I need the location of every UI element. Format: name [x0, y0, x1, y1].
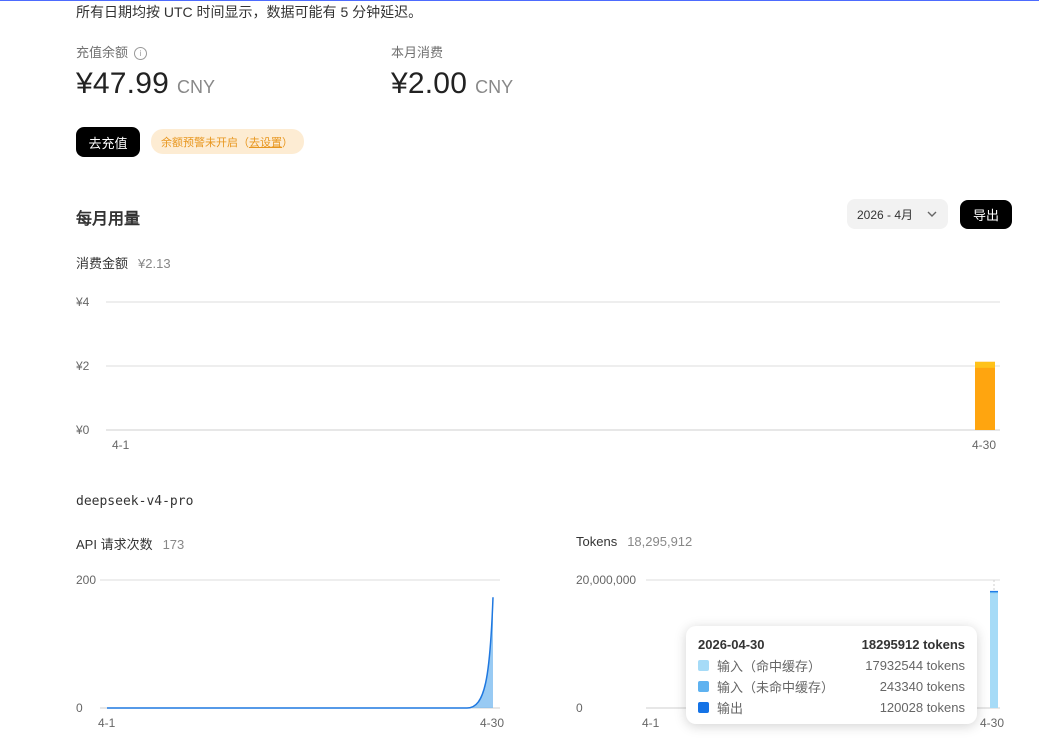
monthly-spend-block: 本月消费 ¥2.00 CNY: [391, 42, 513, 101]
tooltip-series-name: 输入（未命中缓存）: [717, 680, 835, 695]
month-select-value: 2026 - 4月: [857, 207, 914, 222]
legend-swatch: [698, 660, 709, 671]
api-label: API 请求次数: [76, 537, 153, 552]
api-summary: API 请求次数 173: [76, 534, 184, 553]
y-tick-label: ¥4: [75, 295, 90, 309]
y-tick-label: 0: [576, 701, 583, 715]
tooltip-date: 2026-04-30: [698, 637, 765, 652]
cost-summary: 消费金额 ¥2.13: [76, 253, 171, 272]
api-requests-chart: 200 0 4-1 4-30: [76, 573, 504, 730]
balance-label: 充值余额: [76, 45, 129, 60]
cost-value: ¥2.13: [138, 256, 171, 271]
cost-chart: ¥4 ¥2 ¥0 4-1 4-30: [75, 295, 1000, 452]
token-bars[interactable]: [990, 590, 998, 708]
api-value: 173: [162, 537, 185, 552]
tooltip-row: 输出 120028 tokens: [698, 697, 965, 718]
tokens-summary: Tokens 18,295,912: [576, 534, 692, 549]
token-bar-segment[interactable]: [990, 593, 998, 708]
api-requests-line[interactable]: [107, 597, 494, 709]
alert-settings-link[interactable]: 去设置: [249, 134, 282, 150]
export-button[interactable]: 导出: [960, 200, 1012, 229]
monthly-usage-title: 每月用量: [76, 211, 141, 228]
tooltip-series-value: 120028 tokens: [879, 700, 965, 715]
x-tick-label: 4-1: [112, 438, 130, 452]
balance-value: ¥47.99: [76, 67, 169, 100]
alert-close-paren: ）: [282, 136, 293, 149]
balance-currency: CNY: [176, 77, 215, 97]
chevron-down-icon: [927, 211, 937, 217]
y-tick-label: 0: [76, 701, 83, 715]
y-tick-label: ¥0: [75, 423, 90, 437]
token-bar-segment[interactable]: [990, 590, 998, 592]
balance-alert-text: 余额预警未开启（: [161, 136, 249, 149]
month-select[interactable]: 2026 - 4月: [847, 199, 948, 229]
tooltip-total: 18295912 tokens: [861, 637, 965, 652]
top-accent-line: [0, 0, 1039, 1]
legend-swatch: [698, 681, 709, 692]
x-tick-label: 4-1: [98, 716, 116, 730]
tooltip-series-value: 17932544 tokens: [865, 658, 965, 673]
tooltip-series-name: 输出: [717, 701, 744, 716]
tooltip-series-name: 输入（命中缓存）: [717, 659, 822, 674]
cost-bar[interactable]: [975, 361, 995, 430]
y-tick-label: 200: [76, 573, 96, 587]
x-tick-label: 4-30: [972, 438, 996, 452]
monthly-spend-currency: CNY: [475, 77, 514, 97]
x-tick-label: 4-1: [642, 716, 660, 730]
monthly-spend-label: 本月消费: [391, 45, 444, 60]
cost-label: 消费金额: [76, 256, 129, 271]
utc-notice: 所有日期均按 UTC 时间显示，数据可能有 5 分钟延迟。: [76, 4, 423, 20]
tooltip-row: 输入（未命中缓存） 243340 tokens: [698, 676, 965, 697]
api-requests-area: [107, 597, 493, 708]
x-tick-label: 4-30: [480, 716, 504, 730]
monthly-spend-value: ¥2.00: [391, 67, 468, 100]
balance-alert-badge: 余额预警未开启（ 去设置）: [151, 129, 304, 154]
balance-block: 充值余额 i ¥47.99 CNY: [76, 42, 215, 101]
cost-bar-cap: [975, 361, 995, 368]
info-icon[interactable]: i: [134, 47, 148, 60]
tokens-tooltip: 2026-04-30 18295912 tokens 输入（命中缓存） 1793…: [686, 626, 977, 724]
token-bar-segment[interactable]: [990, 591, 998, 594]
x-tick-label: 4-30: [980, 716, 1004, 730]
tokens-value: 18,295,912: [627, 534, 693, 549]
legend-swatch: [698, 702, 709, 713]
y-tick-label: 20,000,000: [576, 573, 636, 587]
tooltip-row: 输入（命中缓存） 17932544 tokens: [698, 655, 965, 676]
model-name: deepseek-v4-pro: [76, 494, 194, 509]
y-tick-label: ¥2: [75, 359, 90, 373]
tooltip-series-value: 243340 tokens: [879, 679, 965, 694]
tokens-label: Tokens: [576, 534, 618, 549]
topup-button[interactable]: 去充值: [76, 127, 140, 157]
